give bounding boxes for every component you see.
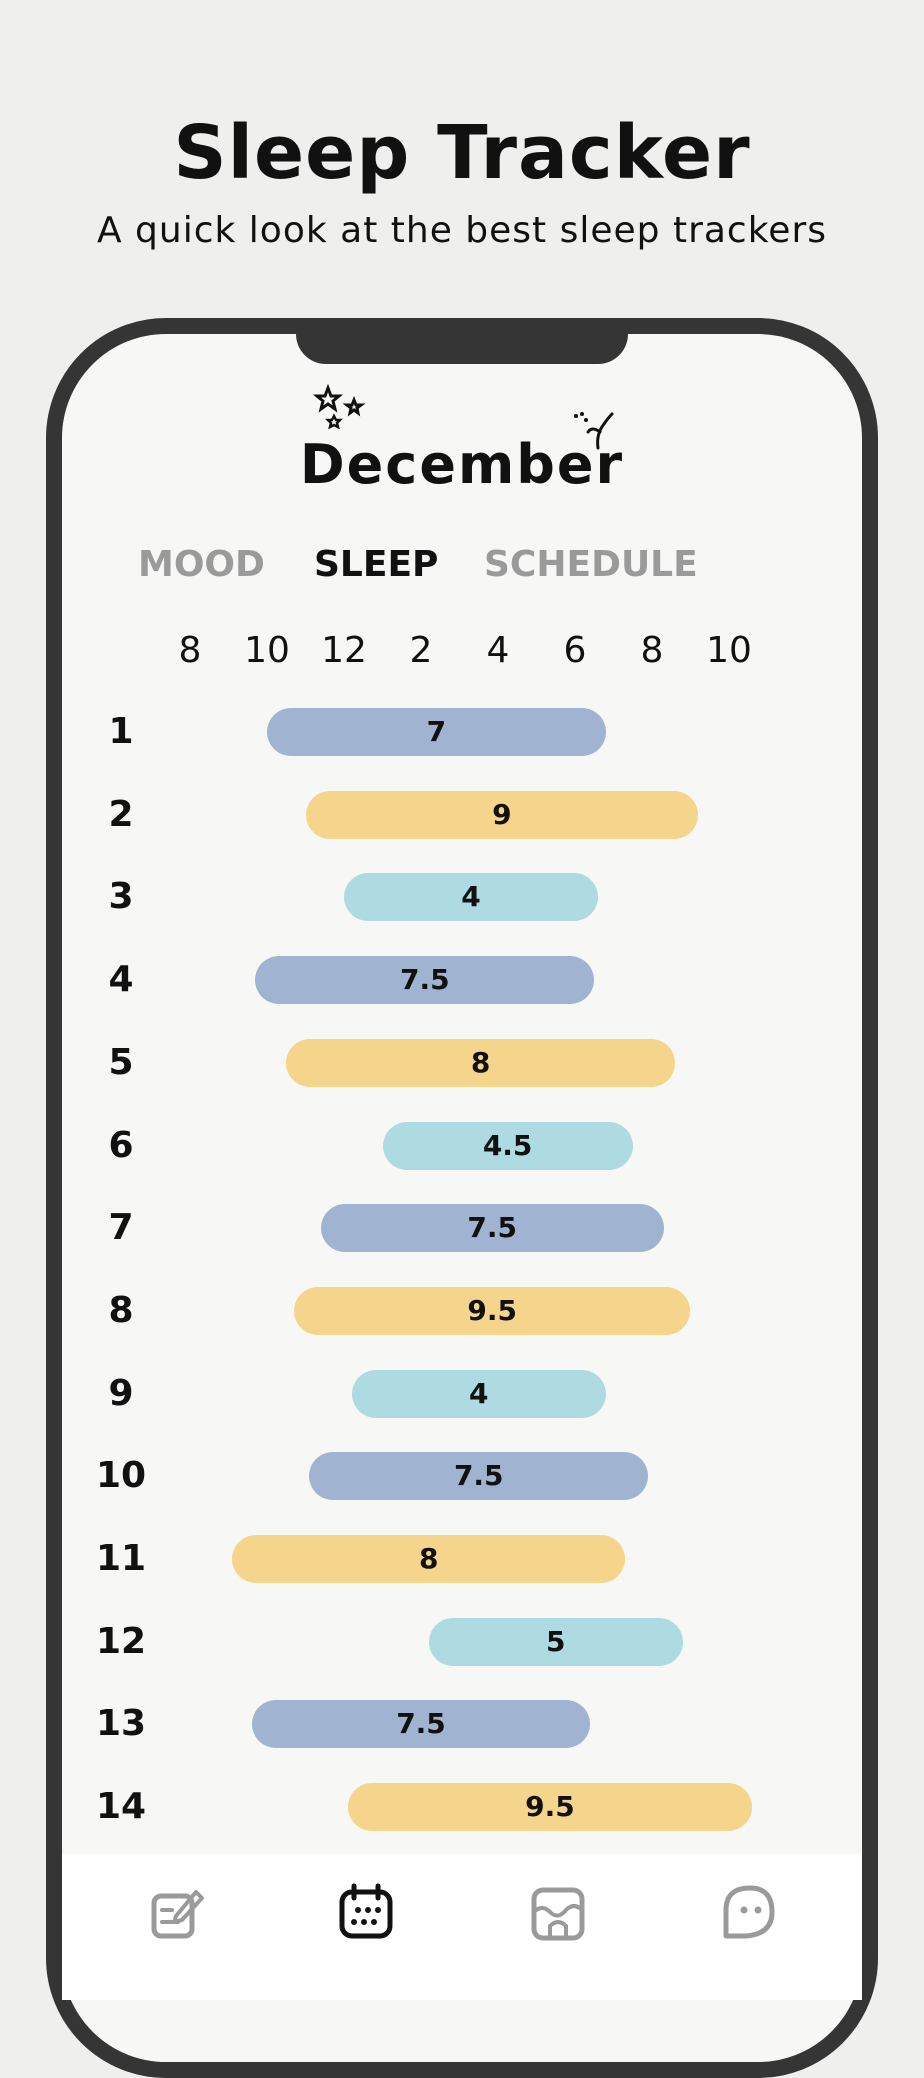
storefront-icon[interactable] bbox=[528, 1882, 588, 1942]
hour-label: 12 bbox=[321, 630, 367, 671]
hour-axis: 8 10 12 2 4 6 8 10 bbox=[0, 628, 924, 674]
phone-notch bbox=[296, 318, 628, 364]
month-heading: December bbox=[0, 430, 924, 500]
edit-note-icon[interactable] bbox=[146, 1882, 206, 1942]
stars-icon bbox=[312, 384, 366, 430]
hour-label: 4 bbox=[486, 630, 510, 671]
tab-sleep[interactable]: SLEEP bbox=[314, 540, 438, 590]
month-title: December bbox=[299, 433, 625, 496]
hour-label: 8 bbox=[640, 630, 664, 671]
tab-schedule[interactable]: SCHEDULE bbox=[484, 540, 698, 590]
tab-bar: MOOD SLEEP SCHEDULE bbox=[0, 540, 924, 590]
bottom-nav bbox=[62, 1854, 862, 2000]
calendar-icon[interactable] bbox=[336, 1882, 396, 1942]
hour-label: 6 bbox=[563, 630, 587, 671]
hour-label: 10 bbox=[244, 630, 290, 671]
page-title: Sleep Tracker bbox=[173, 110, 751, 196]
tab-mood[interactable]: MOOD bbox=[138, 540, 265, 590]
hour-label: 10 bbox=[706, 630, 752, 671]
ghost-icon[interactable] bbox=[718, 1882, 778, 1942]
page-subtitle: A quick look at the best sleep trackers bbox=[96, 210, 827, 251]
hour-label: 2 bbox=[409, 630, 433, 671]
hour-label: 8 bbox=[178, 630, 202, 671]
